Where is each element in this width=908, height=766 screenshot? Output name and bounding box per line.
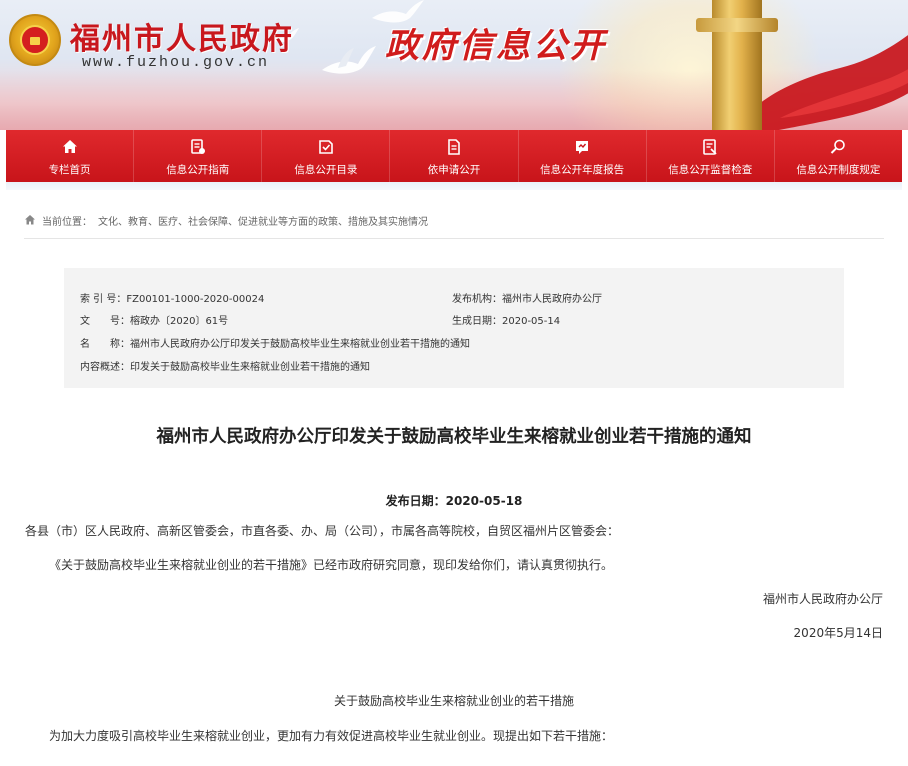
guide-icon bbox=[190, 139, 205, 154]
catalog-icon bbox=[319, 140, 333, 154]
meta-doc-number: 文 号：榕政办〔2020〕61号 bbox=[80, 312, 229, 327]
meta-value: 福州市人民政府办公厅印发关于鼓励高校毕业生来榕就业创业若干措施的通知 bbox=[130, 339, 470, 350]
meta-issuer: 发布机构：福州市人民政府办公厅 bbox=[452, 290, 602, 305]
article-title: 福州市人民政府办公厅印发关于鼓励高校毕业生来榕就业创业若干措施的通知 bbox=[156, 427, 752, 447]
meta-generated-date: 生成日期：2020-05-14 bbox=[452, 312, 561, 327]
nav-label: 专栏首页 bbox=[48, 164, 91, 176]
meta-label: 索 引 号： bbox=[80, 294, 127, 305]
nav-label: 依申请公开 bbox=[427, 164, 481, 176]
section-slogan: 政府信息公开 bbox=[385, 26, 607, 66]
meta-summary: 内容概述：印发关于鼓励高校毕业生来榕就业创业若干措施的通知 bbox=[80, 358, 370, 373]
nav-label: 信息公开制度规定 bbox=[796, 164, 881, 176]
report-icon bbox=[576, 141, 589, 154]
main-navigation: 专栏首页 信息公开指南 信息公开目录 依申请公开 信息公开年度报告 信息公开监督… bbox=[6, 130, 902, 182]
breadcrumb-prefix: 当前位置： bbox=[42, 216, 92, 228]
nav-label: 信息公开指南 bbox=[166, 164, 230, 176]
meta-name: 名 称：福州市人民政府办公厅印发关于鼓励高校毕业生来榕就业创业若干措施的通知 bbox=[80, 335, 470, 350]
nav-shadow bbox=[6, 182, 902, 190]
body-paragraph: 《关于鼓励高校毕业生来榕就业创业的若干措施》已经市政府研究同意，现印发给你们，请… bbox=[49, 558, 614, 572]
home-icon bbox=[62, 140, 77, 153]
national-emblem-icon bbox=[9, 14, 61, 66]
nav-item-supervision[interactable]: 信息公开监督检查 bbox=[647, 130, 775, 182]
dove-icon bbox=[322, 46, 376, 74]
home-icon[interactable] bbox=[24, 214, 36, 226]
nav-label: 信息公开年度报告 bbox=[540, 164, 625, 176]
meta-label: 生成日期： bbox=[452, 316, 502, 327]
nav-item-annual-report[interactable]: 信息公开年度报告 bbox=[519, 130, 647, 182]
section-title: 关于鼓励高校毕业生来榕就业创业的若干措施 bbox=[333, 694, 574, 708]
intro-paragraph: 为加大力度吸引高校毕业生来榕就业创业，更加有力有效促进高校毕业生就业创业。现提出… bbox=[49, 729, 614, 743]
meta-value: 印发关于鼓励高校毕业生来榕就业创业若干措施的通知 bbox=[130, 362, 370, 373]
nav-item-apply[interactable]: 依申请公开 bbox=[390, 130, 519, 182]
signature-issuer: 福州市人民政府办公厅 bbox=[762, 592, 883, 606]
meta-label: 发布机构： bbox=[452, 294, 502, 305]
meta-value: 2020-05-14 bbox=[502, 316, 561, 327]
meta-value: 榕政办〔2020〕61号 bbox=[130, 316, 229, 327]
site-name[interactable]: 福州市人民政府 bbox=[70, 14, 294, 58]
nav-item-catalog[interactable]: 信息公开目录 bbox=[262, 130, 391, 182]
huabiao-pillar bbox=[696, 0, 778, 130]
addressee-paragraph: 各县（市）区人民政府、高新区管委会，市直各委、办、局（公司），市属各高等院校，自… bbox=[25, 524, 620, 538]
nav-label: 信息公开监督检查 bbox=[668, 164, 753, 176]
regulation-icon bbox=[831, 139, 846, 154]
meta-index: 索 引 号：FZ00101-1000-2020-00024 bbox=[80, 290, 265, 305]
meta-label: 内容概述： bbox=[80, 362, 130, 373]
document-metadata: 索 引 号：FZ00101-1000-2020-00024 发布机构：福州市人民… bbox=[64, 268, 844, 388]
document-icon bbox=[448, 139, 460, 155]
meta-value: 福州市人民政府办公厅 bbox=[502, 294, 602, 305]
nav-item-regulation[interactable]: 信息公开制度规定 bbox=[775, 130, 902, 182]
breadcrumb: 当前位置： 文化、教育、医疗、社会保障、促进就业等方面的政策、措施及其实施情况 bbox=[24, 209, 884, 231]
meta-label: 文 号： bbox=[80, 316, 130, 327]
signature-date: 2020年5月14日 bbox=[793, 626, 883, 640]
breadcrumb-link[interactable]: 文化、教育、医疗、社会保障、促进就业等方面的政策、措施及其实施情况 bbox=[98, 213, 428, 228]
site-url[interactable]: www.fuzhou.gov.cn bbox=[82, 54, 269, 71]
meta-value: FZ00101-1000-2020-00024 bbox=[126, 294, 265, 305]
nav-label: 信息公开目录 bbox=[294, 164, 358, 176]
header-banner: 福州市人民政府 www.fuzhou.gov.cn 政府信息公开 bbox=[0, 0, 908, 130]
supervision-icon bbox=[703, 139, 717, 155]
divider bbox=[24, 238, 884, 239]
nav-item-guide[interactable]: 信息公开指南 bbox=[134, 130, 263, 182]
nav-item-home[interactable]: 专栏首页 bbox=[6, 130, 135, 182]
meta-label: 名 称： bbox=[80, 339, 130, 350]
publish-date: 发布日期：2020-05-18 bbox=[385, 494, 523, 508]
